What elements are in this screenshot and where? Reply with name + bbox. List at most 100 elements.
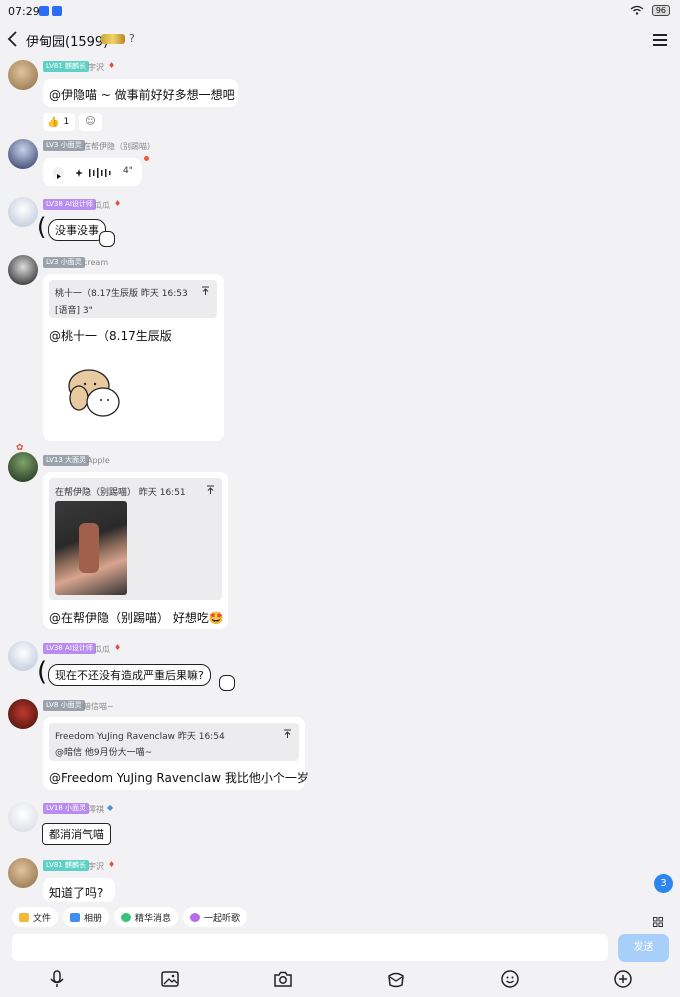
chip-label: 一起听歌 [204,913,241,924]
battery-indicator: 96 [651,5,670,16]
sender-name[interactable]: 宇沢 [88,62,104,73]
message-input[interactable] [12,934,608,961]
jump-to-quote-icon[interactable] [201,286,210,299]
bunny-sticker-icon [219,675,235,691]
level-badge: LV38 AI设计师 [43,199,96,210]
flame-icon: ♦ [114,643,122,652]
chat-header: 伊甸园(1599) ? [0,22,680,58]
unplayed-dot [144,156,149,161]
listen-together-chip[interactable]: 一起听歌 [183,907,248,927]
level-badge: LV81 麒麟长 [43,61,90,72]
avatar[interactable] [8,197,38,227]
sticker-bubble[interactable]: 没事没事 [48,219,106,241]
waveform-icon [75,165,116,184]
dog-sticker-icon [63,362,125,424]
flame-icon: ♦ [108,860,116,869]
sender-name[interactable]: 宇沢 [88,861,104,872]
message-bubble[interactable]: 在帮伊隐（别踢喵） 昨天 16:51 @在帮伊隐（别踢喵） 好想吃🤩 [43,472,228,629]
message-bubble[interactable]: 知道了吗? [43,878,115,902]
chip-label: 文件 [33,913,52,924]
play-icon[interactable] [53,167,64,179]
avatar[interactable] [8,858,38,888]
message-bubble[interactable]: 桃十一（8.17生辰版 昨天 16:53 [语音] 3" @桃十一（8.17生辰… [43,274,224,441]
avatar[interactable] [8,641,38,671]
reaction-count: 1 [63,117,70,127]
more-apps-icon[interactable] [653,912,663,931]
voice-message-bubble[interactable]: 4" [43,158,142,186]
level-badge: LV18 小面灵 [43,803,90,814]
unread-count-badge[interactable]: 3 [654,874,673,893]
quoted-photo[interactable] [55,501,127,595]
avatar[interactable] [8,60,38,90]
message-text: @在帮伊隐（别踢喵） 好想吃🤩 [49,611,224,625]
thumbs-up-icon: 👍 [47,116,60,128]
sticker-decoration: ( [37,213,47,241]
quote-body: @暗信 他9月份大一喵~ [55,748,153,758]
quote-header: 桃十一（8.17生辰版 昨天 16:53 [55,289,188,299]
folder-icon [19,912,29,922]
back-arrow-icon[interactable] [6,28,26,50]
sticker-bubble[interactable]: 都消消气喵 [42,823,111,845]
help-icon[interactable]: ? [129,32,135,45]
sender-name[interactable]: 暗信喵~ [83,701,114,712]
highlights-chip[interactable]: 精华消息 [114,907,179,927]
quote-header: 在帮伊隐（别踢喵） 昨天 16:51 [55,488,186,498]
sender-name[interactable]: 在帮伊隐（别踢喵） [83,141,155,152]
avatar[interactable] [8,699,38,729]
quoted-message[interactable]: 在帮伊隐（别踢喵） 昨天 16:51 [49,478,222,600]
file-chip[interactable]: 文件 [12,907,59,927]
plus-icon[interactable] [613,969,633,989]
flame-icon: ♦ [114,199,122,208]
level-badge: LV81 麒麟长 [43,860,90,871]
wifi-icon [630,5,644,18]
sender-name[interactable]: cream [83,258,108,267]
status-time: 07:29 [8,5,40,18]
sender-name[interactable]: 澪祺 [88,804,104,815]
quoted-message[interactable]: Freedom YuJing Ravenclaw 昨天 16:54 @暗信 他9… [49,723,299,761]
sender-name[interactable]: 瓜瓜 [94,644,110,655]
level-badge: LV8 小面灵 [43,700,85,711]
red-packet-icon[interactable] [386,969,406,989]
avatar[interactable] [8,255,38,285]
camera-icon[interactable] [273,969,293,989]
flame-icon: ♦ [108,61,116,70]
message-bubble[interactable]: Freedom YuJing Ravenclaw 昨天 16:54 @暗信 他9… [43,717,309,790]
avatar[interactable] [8,139,38,169]
notification-icon [39,6,49,16]
menu-icon[interactable] [653,34,667,46]
message-bubble[interactable]: @伊隐喵 ~ 做事前好好多想一想吧 [43,79,238,107]
photo-icon [70,912,80,922]
sender-name[interactable]: 瓜瓜 [94,200,110,211]
chip-label: 相册 [84,913,103,924]
add-reaction-icon[interactable]: ☺ [79,113,102,131]
image-icon[interactable] [160,969,180,989]
sticker-bubble[interactable]: 现在不还没有造成严重后果嘛? [48,664,211,686]
microphone-icon[interactable] [47,969,67,989]
message-text: 知道了吗? [49,886,104,900]
sender-name[interactable]: Apple [87,456,110,465]
bunny-sticker-icon [99,231,115,247]
sticker-decoration: ( [37,657,48,687]
quote-header: Freedom YuJing Ravenclaw 昨天 16:54 [55,732,225,742]
chip-label: 精华消息 [135,913,172,924]
album-chip[interactable]: 相册 [63,907,110,927]
avatar[interactable] [8,802,38,832]
ice-cream-photo-subject [79,523,99,573]
level-badge: LV38 AI设计师 [43,643,96,654]
reaction-thumbs-up[interactable]: 👍 1 [43,113,75,131]
status-bar: 07:29 96 [0,0,680,22]
jump-to-quote-icon[interactable] [206,485,215,498]
voice-duration: 4" [123,166,133,176]
jump-to-quote-icon[interactable] [283,729,292,742]
message-text: @Freedom YuJing Ravenclaw 我比他小个一岁 [49,771,309,785]
quoted-message[interactable]: 桃十一（8.17生辰版 昨天 16:53 [语音] 3" [49,280,217,318]
headphones-icon [190,912,200,922]
send-button[interactable]: 发送 [618,934,669,962]
quote-body: [语音] 3" [55,306,93,316]
group-title[interactable]: 伊甸园(1599) [26,31,108,50]
emoji-icon[interactable] [500,969,520,989]
avatar[interactable] [8,452,38,482]
message-text: @桃十一（8.17生辰版 [49,329,172,343]
badge-icon: ◆ [107,803,114,812]
star-icon [121,912,131,922]
